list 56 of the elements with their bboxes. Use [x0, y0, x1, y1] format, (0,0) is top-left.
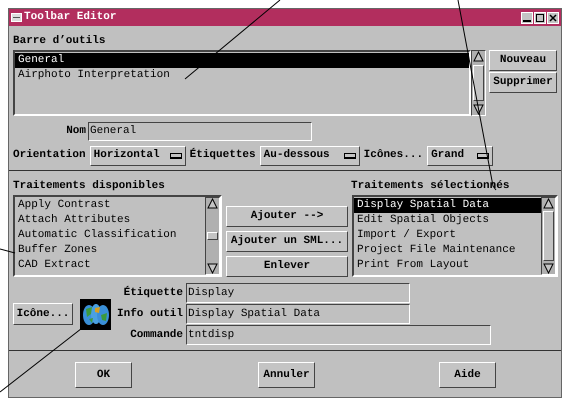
field-label: Info outil — [117, 306, 184, 322]
close-icon[interactable] — [547, 12, 559, 24]
dialog-button[interactable]: Annuler — [258, 362, 315, 388]
window-title: Toolbar Editor — [24, 10, 116, 26]
list-item[interactable]: Project File Maintenance — [354, 243, 541, 258]
option-label: Étiquettes — [190, 147, 256, 164]
toolbar-action-button[interactable]: Supprimer — [489, 72, 557, 93]
text-field[interactable]: Display — [186, 283, 410, 303]
field-label: Commande — [129, 328, 184, 343]
scrollbar[interactable] — [541, 197, 556, 275]
field-label: Nom — [65, 124, 87, 140]
window-menu-icon[interactable] — [11, 13, 22, 22]
scrollbar[interactable] — [471, 50, 486, 116]
name-field[interactable]: General — [88, 122, 312, 141]
scroll-down-icon[interactable] — [473, 104, 484, 115]
list-item[interactable]: Edit Spatial Objects — [354, 213, 541, 228]
list-item[interactable]: Automatic Classification — [15, 228, 205, 243]
section-label: Traitements disponibles — [13, 179, 165, 193]
leader-line — [0, 248, 16, 254]
dropdown-indicator-icon — [170, 152, 182, 158]
option-label: Icônes... — [364, 148, 424, 164]
scrollbar[interactable] — [205, 197, 220, 275]
dropdown-indicator-icon — [477, 152, 490, 158]
minimize-icon[interactable] — [521, 12, 533, 24]
section-label: Barre d’outils — [13, 34, 106, 48]
list-item[interactable]: Print From Layout — [354, 258, 541, 273]
option-label: Orientation — [13, 148, 86, 164]
scroll-down-icon[interactable] — [207, 263, 218, 274]
list-item[interactable]: Apply Contrast — [15, 198, 205, 213]
scroll-up-icon[interactable] — [473, 51, 484, 62]
list-item[interactable]: Buffer Zones — [15, 243, 205, 258]
scroll-up-icon[interactable] — [543, 198, 554, 209]
icon-button[interactable]: Icône... — [13, 303, 73, 325]
text-field[interactable]: tntdisp — [186, 325, 492, 345]
list-item[interactable]: General — [15, 53, 470, 68]
list-item[interactable]: Airphoto Interpretation — [15, 68, 470, 83]
list-item[interactable]: Display Spatial Data — [354, 198, 541, 213]
dropdown[interactable]: Au-dessous — [260, 146, 360, 166]
scroll-down-icon[interactable] — [543, 263, 554, 274]
dialog-button[interactable]: OK — [75, 362, 132, 388]
maximize-icon[interactable] — [534, 12, 546, 24]
move-button[interactable]: Enlever — [226, 256, 348, 277]
list-item[interactable]: Import / Export — [354, 228, 541, 243]
dropdown[interactable]: Horizontal — [90, 146, 186, 166]
dialog-button[interactable]: Aide — [439, 362, 496, 388]
scroll-up-icon[interactable] — [207, 198, 218, 209]
toolbar-action-button[interactable]: Nouveau — [489, 50, 557, 71]
text-field[interactable]: Display Spatial Data — [186, 304, 410, 324]
list-item[interactable]: CAD Extract — [15, 258, 205, 273]
move-button[interactable]: Ajouter un SML... — [226, 231, 348, 252]
dropdown-indicator-icon — [344, 152, 356, 158]
move-button[interactable]: Ajouter --> — [226, 206, 348, 227]
dropdown[interactable]: Grand — [427, 146, 494, 166]
field-label: Étiquette — [122, 284, 184, 301]
list-item[interactable]: Attach Attributes — [15, 213, 205, 228]
globe-icon — [80, 298, 111, 330]
